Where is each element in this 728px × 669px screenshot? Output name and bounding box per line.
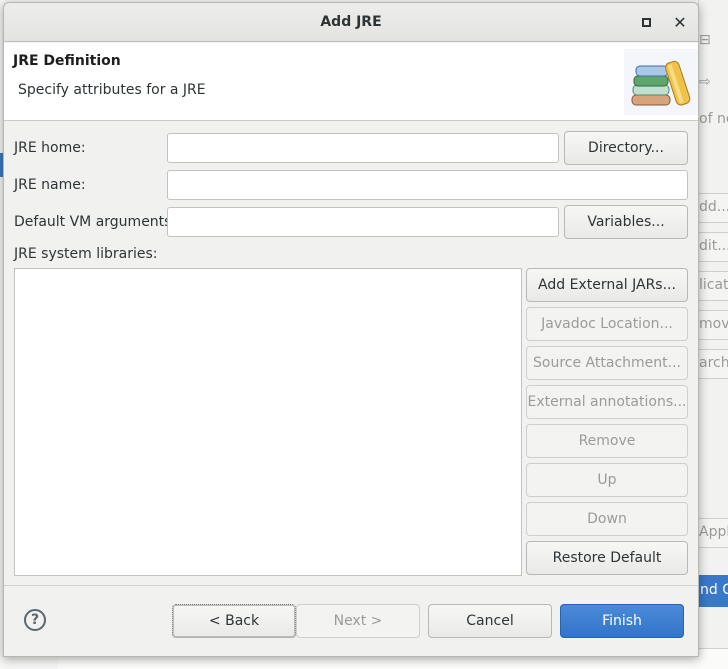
dialog-titlebar: Add JRE ✕: [4, 3, 698, 42]
add-external-jars-button[interactable]: Add External JARs...: [526, 268, 688, 302]
help-icon[interactable]: ?: [24, 609, 46, 631]
background-arrow-icon: ⇨: [699, 74, 711, 90]
wizard-header: JRE Definition Specify attributes for a …: [4, 43, 698, 121]
jre-home-label: JRE home:: [14, 140, 86, 156]
background-text: licat: [699, 277, 728, 293]
directory-button[interactable]: Directory...: [564, 131, 688, 165]
maximize-button[interactable]: [635, 12, 657, 34]
vm-arguments-input[interactable]: [167, 207, 559, 237]
up-button[interactable]: Up: [526, 463, 688, 497]
back-button[interactable]: < Back: [172, 604, 296, 638]
down-button[interactable]: Down: [526, 502, 688, 536]
background-text: ⊟: [699, 32, 711, 48]
background-text: dit...: [699, 238, 728, 254]
close-icon: ✕: [673, 13, 687, 32]
next-button[interactable]: Next >: [296, 604, 420, 638]
external-annotations-button[interactable]: External annotations...: [526, 385, 688, 419]
maximize-icon: [641, 18, 651, 27]
jre-name-label: JRE name:: [14, 177, 86, 193]
background-text: mov: [699, 316, 728, 332]
header-title: JRE Definition: [13, 53, 121, 69]
cancel-button[interactable]: Cancel: [428, 604, 552, 638]
background-text: Apply: [699, 524, 728, 540]
add-jre-dialog: Add JRE ✕ JRE Definition Specify attribu…: [3, 2, 699, 657]
vm-arguments-label: Default VM arguments:: [14, 214, 177, 230]
background-text: dd...: [699, 199, 728, 215]
background-text: nd C: [700, 582, 728, 598]
finish-button[interactable]: Finish: [560, 604, 684, 638]
dialog-title: Add JRE: [320, 14, 382, 30]
jre-home-input[interactable]: [167, 133, 559, 163]
close-button[interactable]: ✕: [669, 12, 691, 34]
source-attachment-button[interactable]: Source Attachment...: [526, 346, 688, 380]
restore-default-button[interactable]: Restore Default: [526, 541, 688, 575]
remove-button[interactable]: Remove: [526, 424, 688, 458]
variables-button[interactable]: Variables...: [564, 205, 688, 239]
footer-separator: [4, 585, 698, 586]
system-libraries-label: JRE system libraries:: [14, 246, 158, 262]
library-books-icon: [624, 49, 698, 115]
system-libraries-list[interactable]: [14, 268, 522, 576]
background-text: arch.: [699, 355, 728, 371]
header-description: Specify attributes for a JRE: [18, 82, 206, 98]
background-text: of ne: [699, 111, 728, 127]
javadoc-location-button[interactable]: Javadoc Location...: [526, 307, 688, 341]
jre-name-input[interactable]: [167, 170, 688, 200]
